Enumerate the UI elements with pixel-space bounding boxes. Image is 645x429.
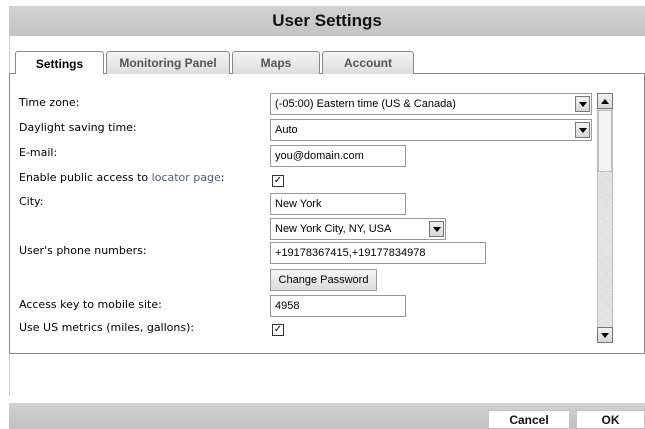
checkmark-icon: ✓ [273,324,283,335]
checkmark-icon: ✓ [273,175,283,186]
cancel-button-label: Cancel [509,412,549,427]
dst-value: Auto [275,124,298,136]
email-value: you@domain.com [275,150,364,162]
email-field[interactable]: you@domain.com [270,145,406,167]
chevron-down-icon[interactable] [575,122,590,138]
change-password-button[interactable]: Change Password [270,269,377,291]
phones-label: User's phone numbers: [19,244,147,257]
access-key-field[interactable]: 4958 [270,295,406,317]
tab-maps-label: Maps [260,56,292,70]
public-access-checkbox[interactable]: ✓ [272,175,284,187]
tab-maps[interactable]: Maps [232,51,320,74]
phones-value: +19178367415,+19177834978 [275,247,426,259]
public-access-label-prefix: Enable public access to [19,171,152,184]
access-key-label: Access key to mobile site: [19,298,162,311]
timezone-value: (-05:00) Eastern time (US & Canada) [275,98,456,110]
city-select-value: New York City, NY, USA [275,223,392,235]
public-access-label-suffix: : [220,171,225,184]
ok-button[interactable]: OK [576,410,645,429]
vertical-scrollbar[interactable] [597,93,613,343]
dialog-title: User Settings [272,11,382,30]
chevron-down-icon[interactable] [575,96,590,112]
city-value: New York [275,198,322,210]
city-select[interactable]: New York City, NY, USA [270,218,446,240]
timezone-label: Time zone: [19,96,80,109]
tab-account-label: Account [344,56,392,70]
dst-select[interactable]: Auto [270,119,592,141]
scroll-down-arrow-icon[interactable] [597,327,613,343]
timezone-select[interactable]: (-05:00) Eastern time (US & Canada) [270,93,592,115]
city-label: City: [19,195,44,208]
ok-button-label: OK [601,412,620,427]
tab-strip: Settings Monitoring Panel Maps Account [9,48,645,75]
email-label: E-mail: [19,146,58,159]
scroll-up-arrow-icon[interactable] [597,93,613,109]
city-field[interactable]: New York [270,193,406,215]
tab-monitoring-panel-label: Monitoring Panel [119,56,217,70]
locator-page-link[interactable]: locator page [152,171,221,184]
us-metrics-label: Use US metrics (miles, gallons): [19,321,195,334]
scrollbar-thumb[interactable] [598,110,612,172]
tab-account[interactable]: Account [322,51,414,74]
phones-field[interactable]: +19178367415,+19177834978 [270,242,486,264]
cancel-button[interactable]: Cancel [488,410,570,429]
us-metrics-checkbox[interactable]: ✓ [272,324,284,336]
chevron-down-icon[interactable] [429,221,444,237]
public-access-label: Enable public access to locator page: [19,171,225,184]
dst-label: Daylight saving time: [19,121,137,134]
tab-settings[interactable]: Settings [15,51,104,75]
access-key-value: 4958 [275,300,300,312]
tab-monitoring-panel[interactable]: Monitoring Panel [106,51,230,74]
change-password-label: Change Password [278,274,369,286]
dialog-title-bar: User Settings [9,6,645,36]
tab-settings-label: Settings [35,56,84,71]
